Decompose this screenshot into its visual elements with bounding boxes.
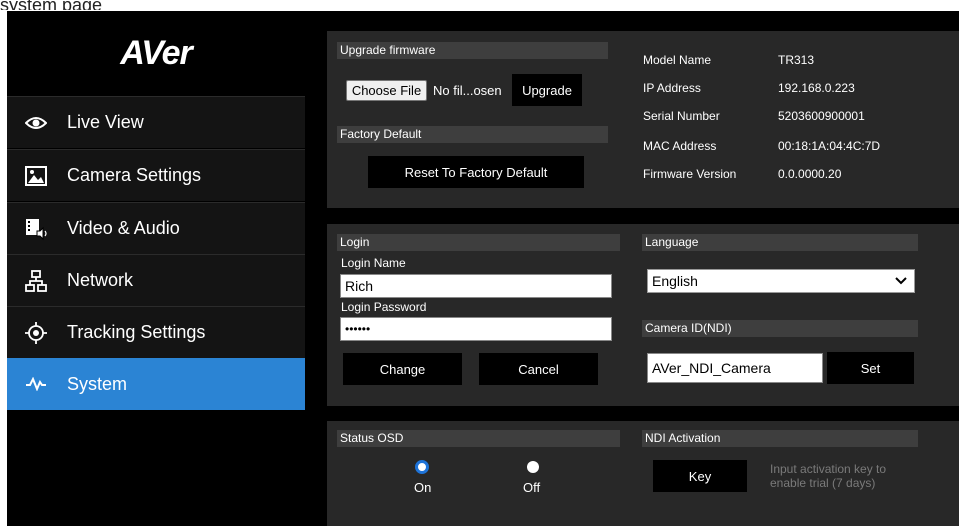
serial-number-value: 5203600900001 — [778, 109, 865, 123]
firmware-panel: Upgrade firmware Choose File No fil...os… — [327, 31, 959, 208]
login-name-label: Login Name — [341, 256, 406, 270]
language-select[interactable]: English — [647, 269, 915, 293]
page-caption: system page — [0, 0, 103, 10]
mac-address-label: MAC Address — [643, 139, 717, 153]
osd-on-label: On — [414, 480, 432, 495]
sidebar-item-label: Tracking Settings — [67, 322, 206, 342]
sidebar-item-label: System — [67, 373, 128, 394]
eye-icon — [7, 97, 57, 149]
sidebar-item-label: Camera Settings — [67, 165, 202, 185]
camera-id-header: Camera ID(NDI) — [642, 320, 918, 337]
sidebar-item-camera-settings[interactable]: Camera Settings — [7, 149, 305, 201]
sidebar-item-video-audio[interactable]: Video & Audio — [7, 202, 305, 254]
content-area: Upgrade firmware Choose File No fil...os… — [305, 11, 959, 526]
factory-default-header: Factory Default — [337, 126, 608, 143]
ndi-activation-header: NDI Activation — [642, 430, 918, 447]
model-name-value: TR313 — [778, 53, 815, 67]
ip-address-value: 192.168.0.223 — [778, 81, 855, 95]
choose-file-button[interactable]: Choose File — [346, 80, 427, 101]
serial-number-label: Serial Number — [643, 109, 720, 123]
upgrade-firmware-header: Upgrade firmware — [337, 42, 608, 59]
cancel-button[interactable]: Cancel — [479, 353, 598, 385]
sidebar-item-tracking-settings[interactable]: Tracking Settings — [7, 306, 305, 358]
sidebar-item-label: Live View — [67, 112, 144, 132]
login-password-input[interactable]: •••••• — [340, 317, 612, 341]
aver-logo: AVer — [120, 33, 193, 72]
pulse-icon — [7, 358, 57, 410]
image-icon — [7, 150, 57, 202]
upgrade-button[interactable]: Upgrade — [512, 74, 582, 106]
model-name-label: Model Name — [643, 53, 712, 67]
camera-id-input[interactable]: AVer_NDI_Camera — [647, 353, 823, 383]
change-button[interactable]: Change — [343, 353, 462, 385]
status-osd-header: Status OSD — [337, 430, 620, 447]
login-header: Login — [337, 234, 620, 251]
login-name-input[interactable]: Rich — [340, 274, 612, 298]
firmware-version-label: Firmware Version — [643, 167, 737, 181]
sidebar-item-system[interactable]: System — [7, 358, 305, 410]
osd-off-label: Off — [523, 480, 541, 495]
language-header: Language — [642, 234, 918, 251]
osd-ndi-panel: Status OSD On Off NDI Activation Key Inp… — [327, 421, 959, 526]
ndi-activation-hint: Input activation key to enable trial (7 … — [770, 462, 887, 490]
network-icon — [7, 255, 57, 307]
video-audio-icon — [7, 203, 57, 255]
sidebar-item-live-view[interactable]: Live View — [7, 96, 305, 148]
crosshair-icon — [7, 307, 57, 359]
osd-off-radio[interactable] — [527, 461, 539, 473]
language-selected-value: English — [652, 273, 698, 289]
chevron-down-icon — [895, 270, 907, 298]
key-button[interactable]: Key — [653, 460, 747, 492]
sidebar-item-network[interactable]: Network — [7, 254, 305, 306]
firmware-version-value: 0.0.0000.20 — [778, 167, 842, 181]
sidebar: AVer Live View Camera Settings Video & A… — [7, 11, 305, 526]
mac-address-value: 00:18:1A:04:4C:7D — [778, 139, 881, 153]
set-button[interactable]: Set — [827, 352, 914, 384]
sidebar-item-label: Video & Audio — [67, 218, 180, 238]
reset-factory-default-button[interactable]: Reset To Factory Default — [368, 156, 584, 188]
login-password-label: Login Password — [341, 300, 427, 314]
sidebar-item-label: Network — [67, 270, 134, 290]
ip-address-label: IP Address — [643, 81, 701, 95]
osd-on-radio[interactable] — [415, 460, 429, 474]
login-language-panel: Login Login Name Rich Login Password •••… — [327, 224, 959, 406]
file-status-text: No fil...osen — [433, 83, 502, 98]
